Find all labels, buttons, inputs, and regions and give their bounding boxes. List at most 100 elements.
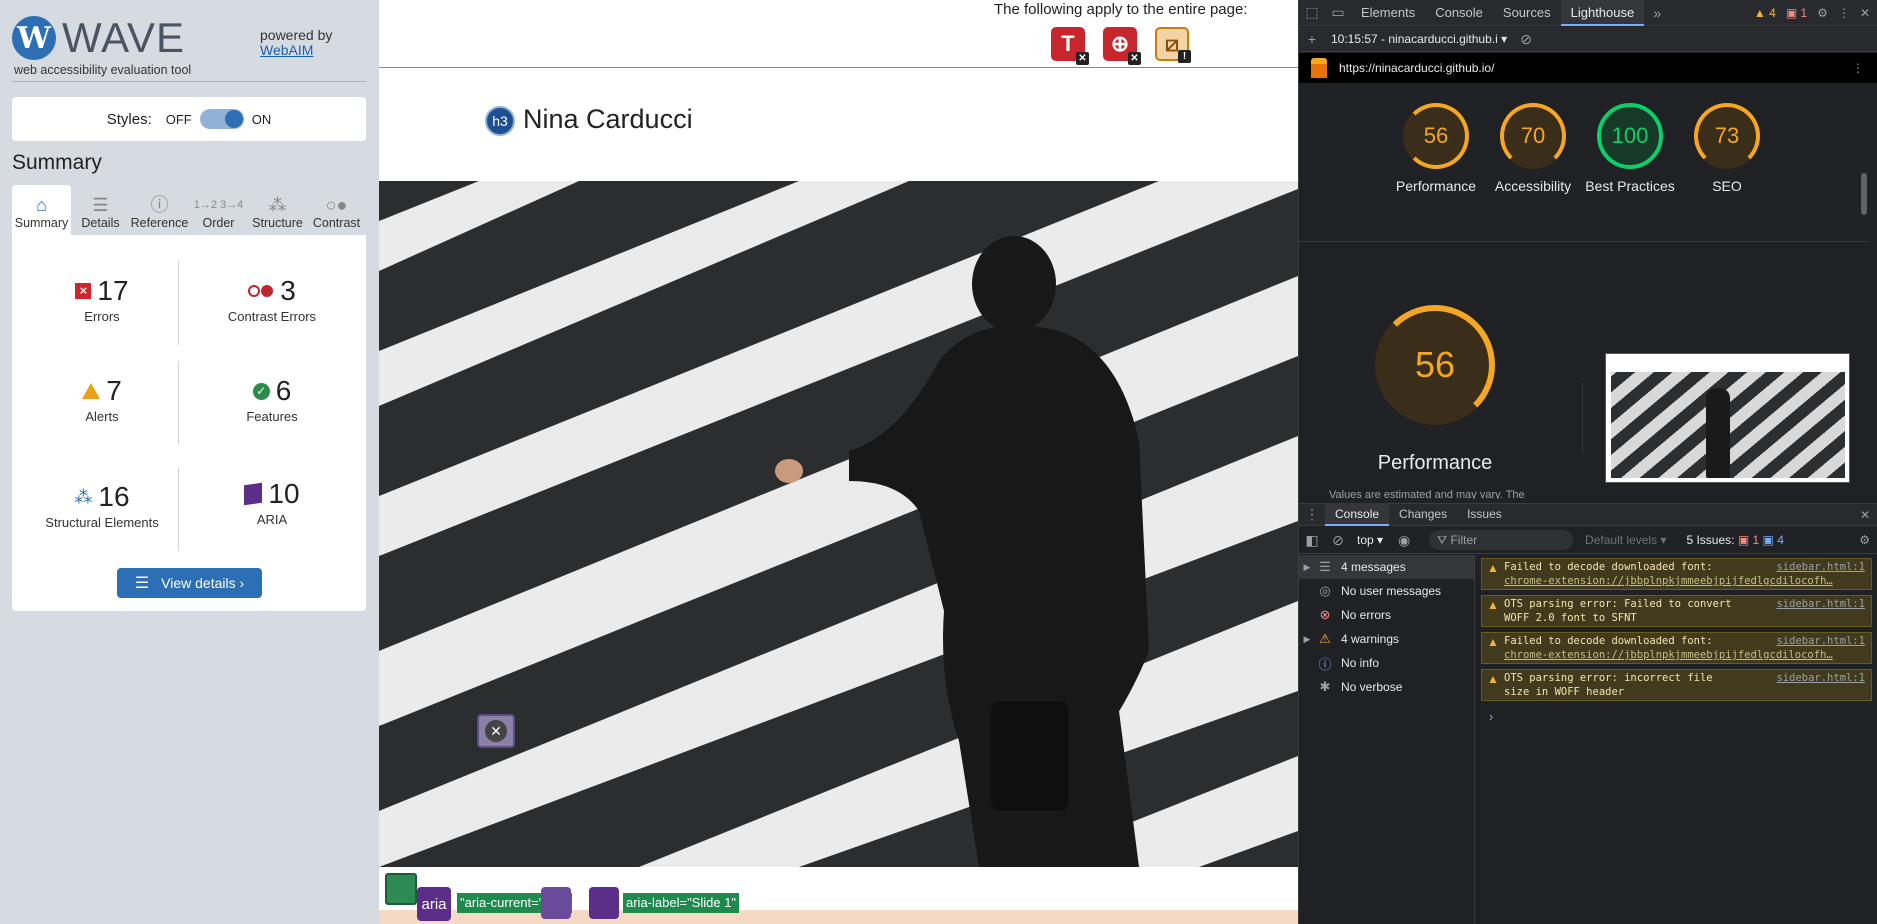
console-message[interactable]: ▲ Failed to decode downloaded font: chro… <box>1481 558 1872 590</box>
aria-label-tag[interactable]: aria-label="Slide 1" <box>623 893 740 913</box>
contrast-icon: ○● <box>325 195 348 215</box>
filter-input[interactable]: ⛛ Filter <box>1429 530 1574 550</box>
aria-tag-icon[interactable] <box>541 887 571 919</box>
tab-contrast[interactable]: ○● Contrast <box>307 185 366 235</box>
view-details-button[interactable]: ☰ View details › <box>117 568 262 598</box>
sidebar-item-verbose[interactable]: ✱ No verbose <box>1299 675 1474 699</box>
kebab-menu-icon[interactable]: ⋮ <box>1299 506 1325 523</box>
console-message[interactable]: ▲ OTS parsing error: incorrect file size… <box>1481 669 1872 701</box>
h3-icon[interactable]: h3 <box>485 106 515 136</box>
contrast-error-icon <box>248 285 274 297</box>
close-icon[interactable]: ✕ <box>1860 6 1870 20</box>
kebab-menu-icon[interactable]: ⋮ <box>1852 61 1864 75</box>
hero-image: ✕ <box>379 181 1298 867</box>
stat-aria[interactable]: 10 ARIA <box>192 478 352 527</box>
sidebar-item-label: 4 warnings <box>1341 632 1400 646</box>
tab-reference[interactable]: ⓘ Reference <box>130 185 189 235</box>
wave-logo-text: WAVE <box>62 14 186 61</box>
report-select[interactable]: 10:15:57 - ninacarducci.github.i ▾ <box>1331 32 1507 46</box>
features-label: Features <box>246 409 298 424</box>
source-link[interactable]: sidebar.html:1 <box>1776 634 1865 648</box>
more-tabs-icon[interactable]: » <box>1644 5 1670 21</box>
performance-gauge: 56 <box>1403 103 1469 169</box>
settings-icon[interactable]: ⚙ <box>1817 6 1828 20</box>
clear-console-icon[interactable]: ⊘ <box>1325 532 1351 549</box>
drawer-tab-console[interactable]: Console <box>1325 503 1390 526</box>
add-icon[interactable]: + <box>1299 31 1325 47</box>
tab-details[interactable]: ☰ Details <box>71 185 130 235</box>
inspect-icon[interactable]: ⬚ <box>1299 4 1325 21</box>
warning-count[interactable]: ▲ 4 <box>1754 6 1776 20</box>
view-details-label: View details › <box>161 575 245 591</box>
device-toggle-icon[interactable]: ▭ <box>1325 4 1351 21</box>
sidebar-item-messages[interactable]: ▶ ☰ 4 messages <box>1299 555 1474 579</box>
kebab-menu-icon[interactable]: ⋮ <box>1838 6 1850 20</box>
sidebar-item-label: No user messages <box>1341 584 1442 598</box>
page-content: The following apply to the entire page: … <box>379 0 1298 924</box>
close-icon[interactable]: ✕ <box>1860 508 1870 522</box>
sidebar-item-user-messages[interactable]: ◎ No user messages <box>1299 579 1474 603</box>
alert-icon[interactable]: ⧄! <box>1155 27 1191 63</box>
stat-errors[interactable]: × 17 Errors <box>22 275 182 324</box>
error-icon: ⊗ <box>1319 607 1331 622</box>
sidebar-toggle-icon[interactable]: ◧ <box>1299 532 1325 549</box>
source-link[interactable]: sidebar.html:1 <box>1776 597 1865 611</box>
context-select[interactable]: top ▾ <box>1357 533 1383 547</box>
sidebar-item-warnings[interactable]: ▶ ⚠ 4 warnings <box>1299 627 1474 651</box>
aria-tag[interactable]: aria <box>417 887 451 921</box>
tab-summary[interactable]: ⌂ Summary <box>12 185 71 235</box>
lighthouse-url-bar: https://ninacarducci.github.io/ ⋮ <box>1299 53 1877 83</box>
score-accessibility[interactable]: 70 Accessibility <box>1488 103 1578 196</box>
image-icon[interactable] <box>385 873 417 905</box>
list-icon: ☰ <box>134 575 150 592</box>
styles-off-label: OFF <box>165 111 192 127</box>
message-link[interactable]: chrome-extension://jbbplnpkjmmeebjpijfed… <box>1504 574 1867 588</box>
tab-order[interactable]: 1→2 3→4 Order <box>189 185 248 235</box>
tab-sources[interactable]: Sources <box>1493 0 1561 26</box>
missing-title-icon[interactable]: T ✕ <box>1051 27 1089 65</box>
source-link[interactable]: sidebar.html:1 <box>1776 671 1865 685</box>
sidebar-item-errors[interactable]: ⊗ No errors <box>1299 603 1474 627</box>
error-count[interactable]: ▣ 1 <box>1786 6 1807 20</box>
styles-toggle[interactable] <box>199 109 244 129</box>
scrollbar[interactable] <box>1861 173 1867 215</box>
issues-counter[interactable]: 5 Issues: ▣ 1 ▣ 4 <box>1686 533 1783 547</box>
settings-icon[interactable]: ⚙ <box>1859 533 1870 547</box>
page-screenshot-thumbnail[interactable] <box>1605 353 1850 483</box>
thumbnail-figure <box>1706 388 1730 478</box>
sidebar-item-info[interactable]: ⓘ No info <box>1299 651 1474 675</box>
stat-structural[interactable]: ⁂ 16 Structural Elements <box>22 481 182 530</box>
webaim-link[interactable]: WebAIM <box>260 43 332 58</box>
language-missing-icon[interactable]: ⊕ ✕ <box>1103 27 1141 65</box>
score-performance[interactable]: 56 Performance <box>1391 103 1481 196</box>
source-link[interactable]: sidebar.html:1 <box>1776 560 1865 574</box>
message-text: WOFF 2.0 font to SFNT <box>1504 612 1637 624</box>
tab-elements[interactable]: Elements <box>1351 0 1425 26</box>
tab-console[interactable]: Console <box>1425 0 1493 26</box>
eye-icon[interactable]: ◉ <box>1391 532 1417 549</box>
wave-error-icon[interactable]: ✕ <box>477 714 515 748</box>
expand-arrow-icon[interactable]: ▶ <box>1299 634 1315 645</box>
console-prompt[interactable]: › <box>1489 709 1877 724</box>
log-levels-select[interactable]: Default levels ▾ <box>1585 533 1666 547</box>
estimate-note: Values are estimated and may vary. The <box>1329 489 1525 499</box>
tab-structure[interactable]: ⁂ Structure <box>248 185 307 235</box>
aria-label-icon[interactable] <box>589 887 619 919</box>
score-seo[interactable]: 73 SEO <box>1682 103 1772 196</box>
clear-icon[interactable]: ⊘ <box>1513 31 1539 48</box>
stat-contrast-errors[interactable]: 3 Contrast Errors <box>192 275 352 324</box>
message-link[interactable]: chrome-extension://jbbplnpkjmmeebjpijfed… <box>1504 648 1867 662</box>
gauge-label: Performance <box>1395 178 1477 194</box>
structural-count: 16 <box>98 481 130 512</box>
tab-lighthouse[interactable]: Lighthouse <box>1560 0 1645 26</box>
console-message[interactable]: ▲ OTS parsing error: Failed to convert W… <box>1481 595 1872 627</box>
report-url: https://ninacarducci.github.io/ <box>1339 61 1495 75</box>
drawer-tab-changes[interactable]: Changes <box>1389 503 1457 526</box>
stat-alerts[interactable]: 7 Alerts <box>22 375 182 424</box>
lighthouse-toolbar: + 10:15:57 - ninacarducci.github.i ▾ ⊘ <box>1299 27 1877 52</box>
console-message[interactable]: ▲ Failed to decode downloaded font: chro… <box>1481 632 1872 664</box>
drawer-tab-issues[interactable]: Issues <box>1457 503 1512 526</box>
score-best-practices[interactable]: 100 Best Practices <box>1585 103 1675 196</box>
stat-features[interactable]: ✓ 6 Features <box>192 375 352 424</box>
expand-arrow-icon[interactable]: ▶ <box>1299 562 1315 573</box>
